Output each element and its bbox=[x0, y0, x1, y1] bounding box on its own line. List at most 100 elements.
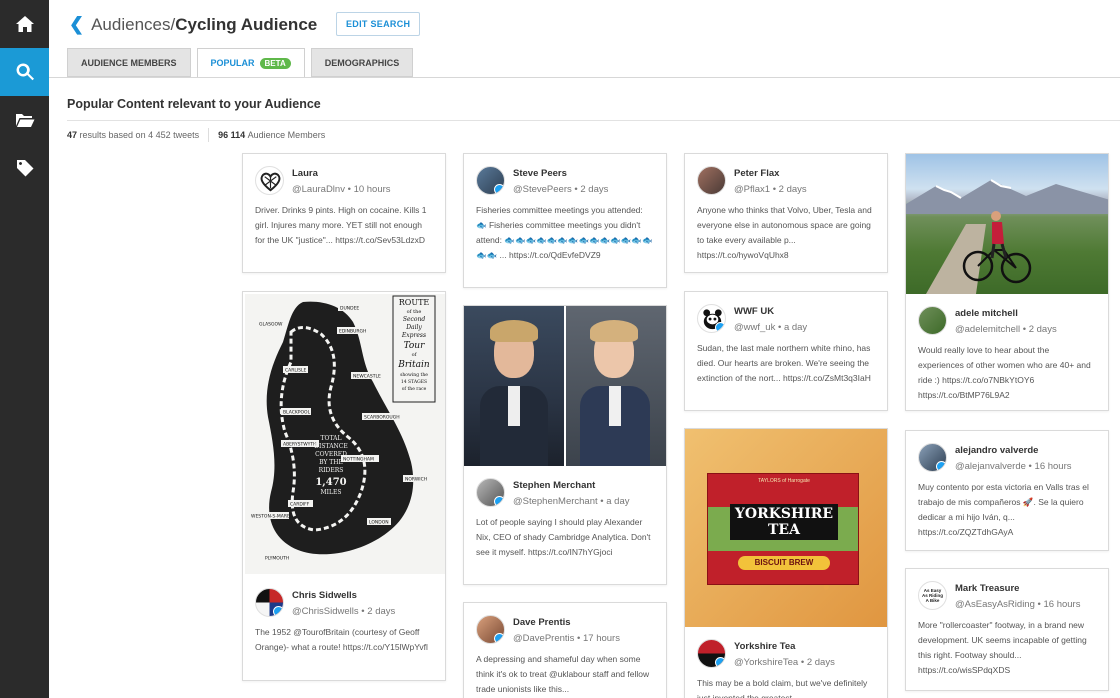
tweet-card-steve[interactable]: Steve Peers @StevePeers • 2 days Fisheri… bbox=[463, 153, 667, 288]
sidebar-item-tags[interactable] bbox=[0, 144, 49, 192]
map-town: NOTTINGHAM bbox=[343, 457, 374, 463]
cyclist-scene bbox=[906, 179, 1108, 294]
map-town: WESTON-S-MARE bbox=[251, 514, 290, 520]
avatar: As Easy As Riding A Bike bbox=[918, 581, 947, 610]
map-town: NORWICH bbox=[405, 477, 427, 483]
author-handle[interactable]: @YorkshireTea bbox=[734, 657, 798, 668]
author-name: adele mitchell bbox=[955, 308, 1018, 319]
tweet-card-alejandro[interactable]: alejandro valverde @alejanvalverde • 16 … bbox=[905, 430, 1109, 551]
author-handle[interactable]: @DavePrentis bbox=[513, 633, 574, 644]
author-handle[interactable]: @adelemitchell bbox=[955, 324, 1020, 335]
tweet-text: Would really love to hear about the expe… bbox=[918, 345, 1091, 400]
results-count: 47 bbox=[67, 130, 78, 140]
main-panel: ❮ Audiences / Cycling Audience EDIT SEAR… bbox=[49, 0, 1120, 698]
tweet-time: 10 hours bbox=[353, 184, 391, 195]
tweet-text: Driver. Drinks 9 pints. High on cocaine.… bbox=[255, 205, 427, 245]
map-title-2: of the bbox=[407, 309, 422, 315]
map-town: CARDIFF bbox=[290, 502, 310, 508]
tag-icon bbox=[16, 160, 33, 177]
author-handle[interactable]: @alejanvalverde bbox=[955, 461, 1026, 472]
author-handle[interactable]: @LauraDlnv bbox=[292, 184, 345, 195]
breadcrumb-parent[interactable]: Audiences bbox=[91, 15, 170, 35]
avatar bbox=[476, 166, 505, 195]
tab-audience-members[interactable]: AUDIENCE MEMBERS bbox=[67, 48, 191, 77]
tab-divider bbox=[49, 77, 1120, 78]
author-handle[interactable]: @ChrisSidwells bbox=[292, 606, 359, 617]
map-title-11: of the race bbox=[402, 386, 427, 392]
breadcrumb-current: Cycling Audience bbox=[175, 14, 318, 34]
tweet-text: The 1952 @TourofBritain (courtesy of Geo… bbox=[255, 627, 428, 652]
map-illustration: ROUTE of the Second Daily Express Tour o… bbox=[245, 294, 445, 574]
members-text: Audience Members bbox=[247, 130, 326, 140]
back-chevron-icon[interactable]: ❮ bbox=[69, 14, 84, 35]
tweet-time: a day bbox=[606, 496, 630, 507]
author-handle[interactable]: @Pflax1 bbox=[734, 184, 770, 195]
breadcrumb: ❮ Audiences / Cycling Audience bbox=[69, 14, 317, 35]
map-town: SCARBOROUGH bbox=[364, 415, 400, 421]
tweet-card-dave[interactable]: Dave Prentis @DavePrentis • 17 hours A d… bbox=[463, 602, 667, 698]
sidebar-item-folders[interactable] bbox=[0, 96, 49, 144]
author-handle[interactable]: @StephenMerchant bbox=[513, 496, 598, 507]
author-name: Peter Flax bbox=[734, 168, 780, 179]
tweet-text: Lot of people saying I should play Alexa… bbox=[476, 517, 651, 557]
tweet-time: 16 hours bbox=[1034, 461, 1072, 472]
avatar-logo-text: As Easy As Riding A Bike bbox=[922, 588, 943, 603]
members-count: 96 114 bbox=[218, 130, 246, 140]
search-icon bbox=[16, 63, 34, 81]
map-title-10: 14 STAGES bbox=[401, 379, 427, 385]
map-title-5: Express bbox=[401, 332, 426, 339]
folder-icon bbox=[15, 114, 34, 127]
tea-box: TAYLORS of Harrogate YORKSHIRE TEA BISCU… bbox=[707, 473, 859, 585]
tweet-card-laura[interactable]: Laura @LauraDlnv • 10 hours Driver. Drin… bbox=[242, 153, 446, 273]
edit-search-button[interactable]: EDIT SEARCH bbox=[336, 12, 421, 36]
author-handle[interactable]: @wwf_uk bbox=[734, 322, 775, 333]
tweet-card-mark[interactable]: As Easy As Riding A Bike Mark Treasure @… bbox=[905, 568, 1109, 691]
author-name: Laura bbox=[292, 168, 318, 179]
results-text: results based on 4 452 tweets bbox=[79, 130, 200, 140]
avatar bbox=[255, 166, 284, 195]
author-name: Dave Prentis bbox=[513, 617, 571, 628]
author-name: Chris Sidwells bbox=[292, 590, 357, 601]
side-by-side-portrait-image bbox=[464, 306, 666, 466]
tweet-card-yorkshire[interactable]: TAYLORS of Harrogate YORKSHIRE TEA BISCU… bbox=[684, 428, 888, 698]
tweet-card-peter[interactable]: Peter Flax @Pflax1 • 2 days Anyone who t… bbox=[684, 153, 888, 273]
map-town: BLACKPOOL bbox=[283, 410, 311, 416]
map-town: DUNDEE bbox=[340, 306, 359, 312]
author-name: WWF UK bbox=[734, 306, 775, 317]
tab-bar: AUDIENCE MEMBERS POPULAR BETA DEMOGRAPHI… bbox=[67, 48, 414, 78]
tweet-card-wwf[interactable]: WWF UK @wwf_uk • a day Sudan, the last m… bbox=[684, 291, 888, 411]
sidebar-item-home[interactable] bbox=[0, 0, 49, 48]
map-title-6: Tour bbox=[404, 341, 426, 351]
verified-icon bbox=[494, 633, 504, 643]
tweet-time: 2 days bbox=[806, 657, 835, 668]
tea-box-ribbon: BISCUIT BREW bbox=[738, 556, 830, 570]
tweet-text: Sudan, the last male northern white rhin… bbox=[697, 343, 871, 383]
map-title-3: Second bbox=[403, 316, 425, 323]
avatar bbox=[255, 588, 284, 617]
tweet-card-stephen[interactable]: Stephen Merchant @StephenMerchant • a da… bbox=[463, 305, 667, 585]
tweet-text: Anyone who thinks that Volvo, Uber, Tesl… bbox=[697, 205, 872, 260]
author-handle[interactable]: @StevePeers bbox=[513, 184, 572, 195]
tweet-card-chris[interactable]: ROUTE of the Second Daily Express Tour o… bbox=[242, 291, 446, 681]
tea-box-brand-line2: TEA bbox=[768, 522, 800, 538]
map-distance-2: DISTANCE bbox=[314, 443, 348, 450]
tab-popular[interactable]: POPULAR BETA bbox=[196, 48, 305, 78]
tweet-text: This may be a bold claim, but we've defi… bbox=[697, 678, 868, 698]
yorkshire-tea-biscuit-image: TAYLORS of Harrogate YORKSHIRE TEA BISCU… bbox=[685, 429, 887, 627]
author-handle[interactable]: @AsEasyAsRiding bbox=[955, 599, 1035, 610]
heart-knot-icon bbox=[260, 172, 281, 192]
avatar bbox=[476, 478, 505, 507]
author-name: Mark Treasure bbox=[955, 583, 1020, 594]
avatar bbox=[476, 615, 505, 644]
sidebar-item-search[interactable] bbox=[0, 48, 49, 96]
tour-of-britain-map-image: ROUTE of the Second Daily Express Tour o… bbox=[243, 292, 445, 576]
author-name: alejandro valverde bbox=[955, 445, 1039, 456]
beta-badge: BETA bbox=[259, 57, 291, 69]
tweet-card-adele[interactable]: adele mitchell @adelemitchell • 2 days W… bbox=[905, 153, 1109, 411]
tab-demographics[interactable]: DEMOGRAPHICS bbox=[310, 48, 414, 77]
tweet-text: A depressing and shameful day when some … bbox=[476, 654, 650, 694]
results-stats: 47 results based on 4 452 tweets 96 114 … bbox=[67, 128, 325, 142]
map-town: CARLISLE bbox=[285, 368, 307, 374]
tweet-time: a day bbox=[783, 322, 808, 333]
tweet-time: 2 days bbox=[1028, 324, 1057, 335]
